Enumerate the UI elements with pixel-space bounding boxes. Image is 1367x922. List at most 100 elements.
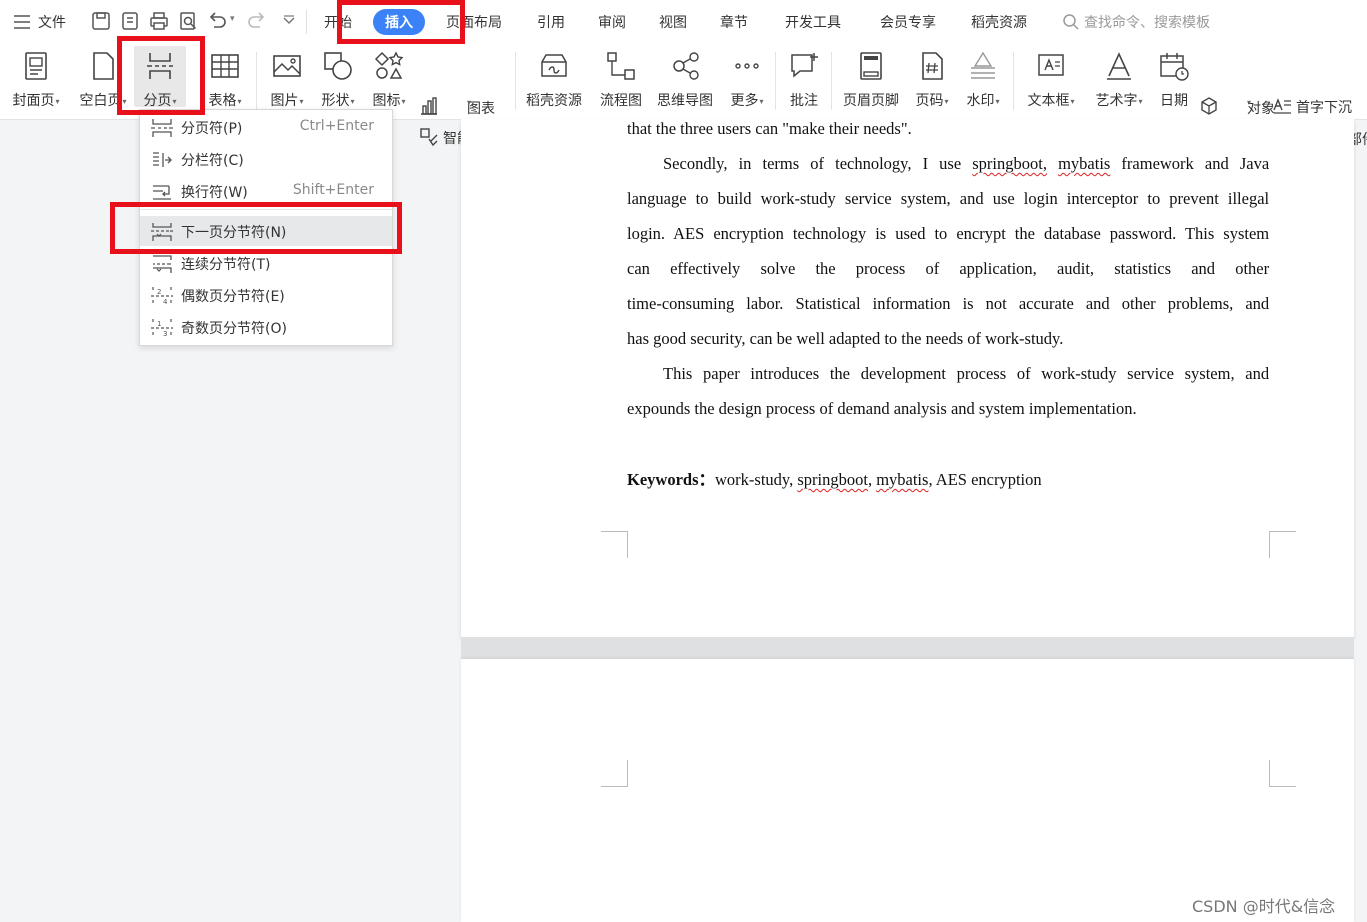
paragraph-line: time-consuming labor. Statistical inform… <box>627 294 1270 313</box>
tab-view[interactable]: 视图 <box>659 12 687 32</box>
print-preview-icon[interactable] <box>177 10 199 32</box>
picture-icon <box>273 55 301 77</box>
even-page-section-break-icon: 24 <box>151 287 173 306</box>
calendar-icon <box>1160 53 1189 81</box>
search-icon <box>1063 14 1079 30</box>
dropcap-icon <box>1273 98 1291 114</box>
tab-chapter[interactable]: 章节 <box>720 12 748 32</box>
shape-button[interactable]: 形状▾ <box>314 46 362 110</box>
ribbon-divider <box>256 52 257 110</box>
svg-text:1: 1 <box>157 320 161 328</box>
comment-icon <box>791 53 818 78</box>
dropcap-label: 首字下沉 <box>1296 100 1352 116</box>
paragraph-line: expounds the design process of demand an… <box>627 399 1137 418</box>
table-icon <box>211 54 239 78</box>
ribbon-divider <box>831 52 832 110</box>
tab-docer[interactable]: 稻壳资源 <box>971 12 1027 32</box>
undo-icon[interactable] <box>206 10 228 32</box>
date-button[interactable]: 日期 <box>1154 46 1194 110</box>
cover-page-button[interactable]: 封面页▾ <box>6 46 66 110</box>
mindmap-button[interactable]: 思维导图 <box>652 46 718 110</box>
more-button[interactable]: 更多▾ <box>724 46 770 110</box>
chart-button[interactable]: 图表 ▾ <box>419 96 499 118</box>
header-footer-label: 页眉页脚 <box>843 93 899 109</box>
docer-resources-label: 稻壳资源 <box>526 93 582 109</box>
ribbon-divider <box>1013 52 1014 110</box>
table-label: 表格 <box>208 93 237 109</box>
file-menu[interactable]: 文件 <box>38 12 66 32</box>
divider <box>306 10 307 34</box>
print-icon[interactable] <box>148 10 170 32</box>
table-button[interactable]: 表格▾ <box>200 46 250 110</box>
cover-page-icon <box>25 52 47 80</box>
textbox-button[interactable]: 文本框▾ <box>1020 46 1082 110</box>
watermark-button[interactable]: 水印▾ <box>958 46 1008 110</box>
paragraph-line: login. AES encryption technology is used… <box>627 224 1270 243</box>
page-gap <box>461 637 1354 659</box>
odd-page-section-break-icon: 13 <box>151 319 173 338</box>
header-footer-icon <box>860 52 882 80</box>
continuous-section-break-icon <box>153 255 172 273</box>
tab-developer[interactable]: 开发工具 <box>785 12 841 32</box>
icon-library-label: 图标 <box>372 93 401 109</box>
paragraph-line: Secondly, in terms of technology, I use … <box>663 154 1270 173</box>
object-button[interactable]: 对象 ▾ <box>1199 96 1275 118</box>
undo-dropdown-caret-icon[interactable]: ▾ <box>230 14 235 24</box>
flowchart-icon <box>607 52 635 80</box>
paragraph-line: has good security, can be well adapted t… <box>627 329 1064 348</box>
cover-page-label: 封面页 <box>12 93 55 109</box>
icons-icon <box>374 51 404 79</box>
menu-bar: 文件 ▾ 开始 插入 页面布局 引用 审阅 视图 章节 开发工具 会员专享 稻壳… <box>0 0 1367 44</box>
keywords-label: Keywords： <box>627 470 715 489</box>
tab-references[interactable]: 引用 <box>537 12 565 32</box>
chart-icon <box>421 97 437 115</box>
paragraph-line: This paper introduces the development pr… <box>663 364 1270 383</box>
svg-text:4: 4 <box>163 298 168 306</box>
margin-corner-mark <box>1269 760 1296 787</box>
docer-resources-button[interactable]: 稻壳资源 <box>520 46 588 110</box>
menu-item-even-page-section-break[interactable]: 24 偶数页分节符(E) <box>140 280 392 310</box>
redo-icon[interactable] <box>246 10 268 32</box>
document-page[interactable] <box>461 659 1354 922</box>
export-pdf-icon[interactable] <box>119 10 141 32</box>
page-number-button[interactable]: 页码▾ <box>909 46 955 110</box>
column-break-icon <box>153 152 172 167</box>
picture-button[interactable]: 图片▾ <box>262 46 312 110</box>
docer-resources-icon <box>541 54 567 77</box>
menu-item-odd-page-section-break[interactable]: 13 奇数页分节符(O) <box>140 312 392 342</box>
mindmap-label: 思维导图 <box>657 93 713 109</box>
save-icon[interactable] <box>90 10 112 32</box>
customize-toolbar-icon[interactable] <box>278 10 300 32</box>
date-label: 日期 <box>1160 93 1188 109</box>
margin-corner-mark <box>1269 531 1296 558</box>
smart-shape-icon <box>420 128 438 147</box>
menu-item-column-break[interactable]: 分栏符(C) <box>140 144 392 174</box>
search-placeholder: 查找命令、搜索模板 <box>1084 15 1210 31</box>
icon-library-button[interactable]: 图标▾ <box>365 46 413 110</box>
hamburger-menu-icon[interactable] <box>12 13 32 31</box>
blank-page-label: 空白页 <box>79 93 122 109</box>
ribbon-divider <box>515 52 516 110</box>
tab-member[interactable]: 会员专享 <box>880 12 936 32</box>
blank-page-icon <box>93 52 114 80</box>
header-footer-button[interactable]: 页眉页脚 <box>838 46 904 110</box>
comment-button[interactable]: 批注 <box>782 46 826 110</box>
dropcap-button[interactable]: 首字下沉 <box>1272 96 1362 118</box>
menu-item-page-break[interactable]: 分页符(P) Ctrl+Enter <box>140 112 392 142</box>
tab-review[interactable]: 审阅 <box>598 12 626 32</box>
shape-label: 形状 <box>321 93 350 109</box>
watermark-label: 水印 <box>966 93 995 109</box>
object-label: 对象 <box>1247 101 1275 117</box>
picture-label: 图片 <box>270 93 299 109</box>
page-number-icon <box>922 52 943 80</box>
more-icon <box>735 63 759 69</box>
wordart-button[interactable]: 艺术字▾ <box>1087 46 1151 110</box>
textbox-label: 文本框 <box>1027 93 1070 109</box>
chart-label: 图表 <box>467 101 495 117</box>
wordart-icon <box>1107 52 1131 80</box>
flowchart-label: 流程图 <box>600 93 642 109</box>
page-number-label: 页码 <box>915 93 944 109</box>
search-box[interactable]: 查找命令、搜索模板 <box>1062 11 1242 33</box>
flowchart-button[interactable]: 流程图 <box>595 46 647 110</box>
keywords-line: Keywords：work-study, springboot, mybatis… <box>627 470 1042 489</box>
